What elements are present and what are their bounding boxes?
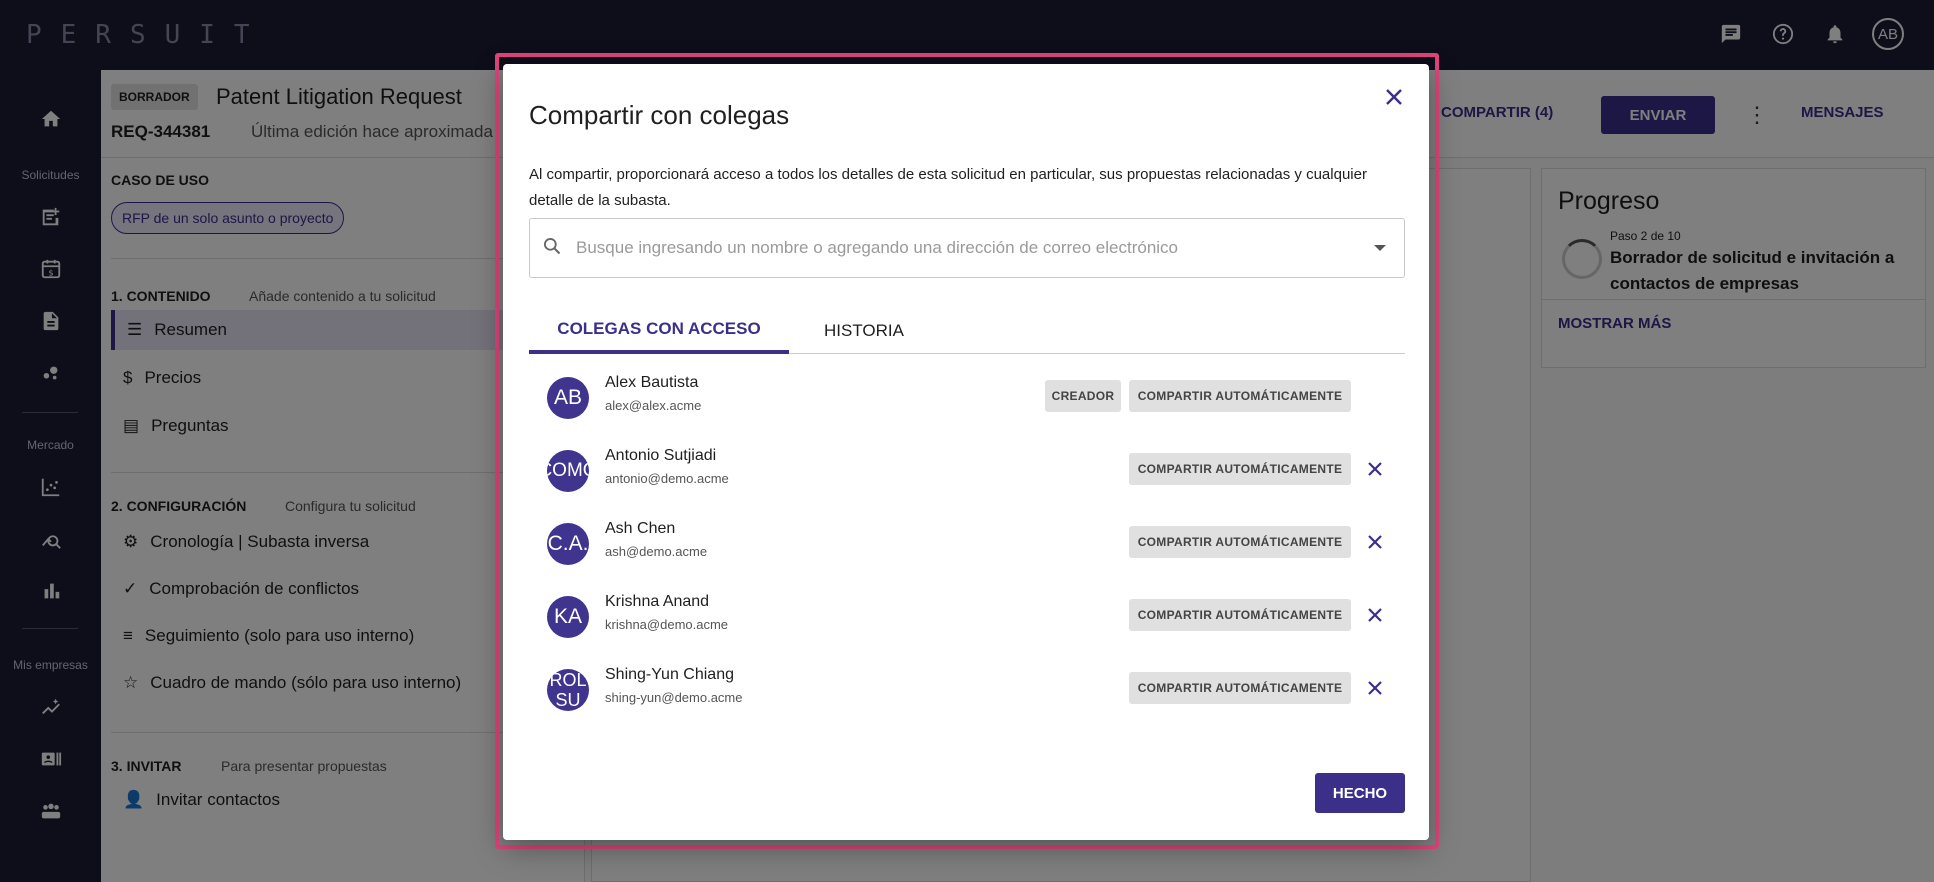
colleague-search[interactable] xyxy=(529,218,1405,278)
colleague-email: ash@demo.acme xyxy=(605,544,708,559)
auto-share-chip[interactable]: COMPARTIR AUTOMÁTICAMENTE xyxy=(1129,672,1351,704)
colleague-list: AB Alex Bautista alex@alex.acme CREADOR … xyxy=(529,366,1405,731)
auto-share-chip[interactable]: COMPARTIR AUTOMÁTICAMENTE xyxy=(1129,380,1351,412)
auto-share-chip[interactable]: COMPARTIR AUTOMÁTICAMENTE xyxy=(1129,599,1351,631)
colleague-email: antonio@demo.acme xyxy=(605,471,729,486)
avatar: AB xyxy=(547,377,589,419)
remove-icon[interactable] xyxy=(1361,601,1389,629)
remove-icon[interactable] xyxy=(1361,528,1389,556)
list-item: COMO Antonio Sutjiadi antonio@demo.acme … xyxy=(529,439,1405,512)
list-item: KA Krishna Anand krishna@demo.acme COMPA… xyxy=(529,585,1405,658)
remove-icon[interactable] xyxy=(1361,674,1389,702)
search-icon xyxy=(542,236,562,261)
creator-chip: CREADOR xyxy=(1045,380,1121,412)
colleague-email: alex@alex.acme xyxy=(605,398,702,413)
avatar: COMO xyxy=(547,450,589,492)
avatar: ROL SU xyxy=(547,669,589,711)
avatar: C.A. xyxy=(547,523,589,565)
list-item: AB Alex Bautista alex@alex.acme CREADOR … xyxy=(529,366,1405,439)
remove-icon[interactable] xyxy=(1361,455,1389,483)
share-dialog: Compartir con colegas Al compartir, prop… xyxy=(503,64,1429,840)
dialog-description: Al compartir, proporcionará acceso a tod… xyxy=(529,166,1367,209)
auto-share-chip[interactable]: COMPARTIR AUTOMÁTICAMENTE xyxy=(1129,453,1351,485)
list-item: C.A. Ash Chen ash@demo.acme COMPARTIR AU… xyxy=(529,512,1405,585)
dialog-title: Compartir con colegas xyxy=(529,100,790,130)
colleague-name: Ash Chen xyxy=(605,520,676,537)
search-input[interactable] xyxy=(576,238,1356,258)
auto-share-chip[interactable]: COMPARTIR AUTOMÁTICAMENTE xyxy=(1129,526,1351,558)
close-icon[interactable] xyxy=(1379,82,1409,112)
avatar: KA xyxy=(547,596,589,638)
tab-colleagues-with-access[interactable]: COLEGAS CON ACCESO xyxy=(529,308,789,354)
colleague-name: Alex Bautista xyxy=(605,374,699,391)
colleague-email: krishna@demo.acme xyxy=(605,617,729,632)
colleague-email: shing-yun@demo.acme xyxy=(605,690,743,705)
tab-history[interactable]: HISTORIA xyxy=(789,308,939,354)
dialog-tabs: COLEGAS CON ACCESO HISTORIA xyxy=(529,308,1405,354)
dropdown-arrow-icon[interactable] xyxy=(1374,245,1386,251)
colleague-name: Krishna Anand xyxy=(605,593,710,610)
colleague-name: Shing-Yun Chiang xyxy=(605,666,734,683)
colleague-name: Antonio Sutjiadi xyxy=(605,447,717,464)
done-button[interactable]: HECHO xyxy=(1315,773,1405,813)
list-item: ROL SU Shing-Yun Chiang shing-yun@demo.a… xyxy=(529,658,1405,731)
